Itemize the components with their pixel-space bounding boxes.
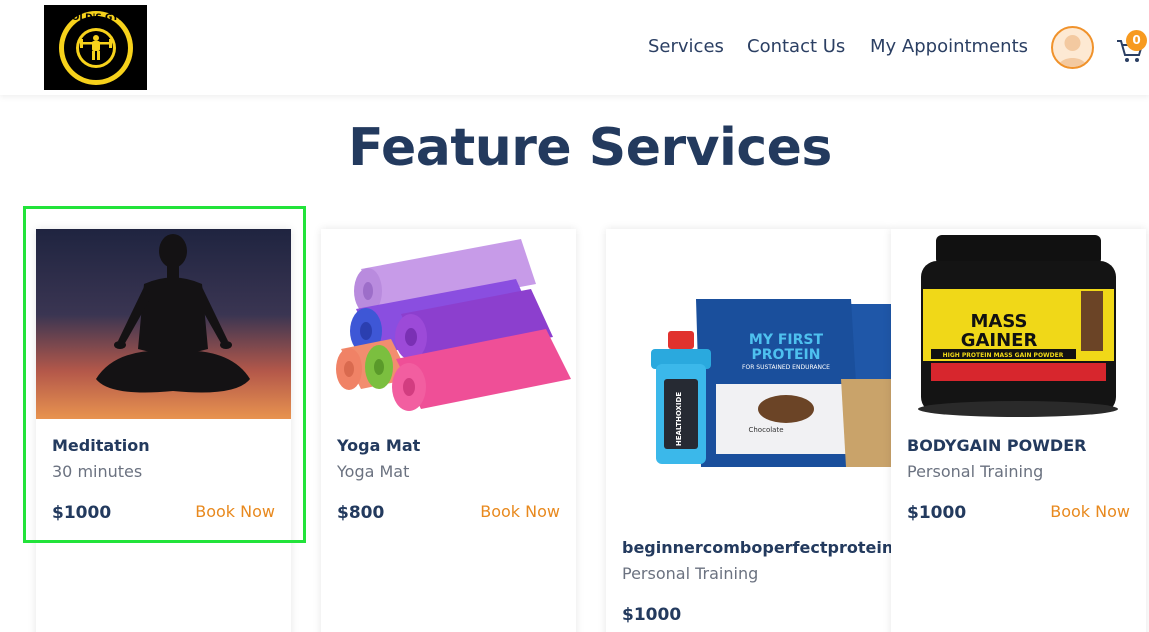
svg-text:HEALTHOXIDE: HEALTHOXIDE — [675, 392, 683, 447]
user-avatar[interactable] — [1051, 26, 1094, 69]
book-now-button[interactable]: Book Now — [1050, 502, 1130, 521]
meditation-image[interactable] — [36, 229, 291, 419]
site-header: GOLD'S GYM Services Contact Us My Appoin… — [0, 0, 1149, 95]
svg-text:PROTEIN: PROTEIN — [752, 347, 821, 363]
svg-text:MY FIRST: MY FIRST — [749, 332, 824, 348]
card-subtitle: Personal Training — [622, 564, 759, 583]
card-price: $1000 — [907, 503, 967, 523]
svg-text:MASS: MASS — [971, 311, 1028, 332]
nav-contact-us[interactable]: Contact Us — [747, 36, 845, 57]
svg-text:HIGH PROTEIN MASS GAIN POWDER: HIGH PROTEIN MASS GAIN POWDER — [943, 352, 1064, 359]
service-card-meditation[interactable]: Meditation 30 minutes $1000 Book Now — [36, 229, 291, 632]
protein-combo-image[interactable]: MY FIRST PROTEIN FOR SUSTAINED ENDURANCE… — [606, 229, 891, 499]
book-now-button[interactable]: Book Now — [480, 502, 560, 521]
card-price: $800 — [337, 503, 385, 523]
svg-text:FOR SUSTAINED ENDURANCE: FOR SUSTAINED ENDURANCE — [742, 364, 830, 371]
service-card-yoga-mat[interactable]: Yoga Mat Yoga Mat $800 Book Now — [321, 229, 576, 632]
card-subtitle: Yoga Mat — [337, 462, 410, 481]
yoga-mat-image[interactable] — [321, 229, 576, 419]
card-price: $1000 — [52, 503, 112, 523]
service-card-protein-combo[interactable]: MY FIRST PROTEIN FOR SUSTAINED ENDURANCE… — [606, 229, 891, 632]
svg-text:GOLD'S GYM: GOLD'S GYM — [64, 13, 127, 23]
card-price: $1000 — [622, 605, 682, 625]
cart-count-badge: 0 — [1126, 30, 1147, 51]
section-title: Feature Services — [348, 118, 832, 178]
card-title: Meditation — [52, 436, 150, 455]
golds-gym-logo[interactable]: GOLD'S GYM — [44, 5, 147, 90]
svg-text:GAINER: GAINER — [961, 330, 1038, 351]
card-title: Yoga Mat — [337, 436, 421, 455]
logo-emblem: GOLD'S GYM — [58, 10, 133, 85]
user-avatar-icon — [1058, 35, 1087, 67]
book-now-button[interactable]: Book Now — [195, 502, 275, 521]
card-subtitle: Personal Training — [907, 462, 1044, 481]
service-card-bodygain-powder[interactable]: MASS GAINER HIGH PROTEIN MASS GAIN POWDE… — [891, 229, 1146, 632]
card-title: beginnercomboperfectproteinfo — [622, 538, 891, 557]
mass-gainer-image[interactable]: MASS GAINER HIGH PROTEIN MASS GAIN POWDE… — [891, 229, 1146, 419]
nav-my-appointments[interactable]: My Appointments — [870, 36, 1028, 57]
card-title: BODYGAIN POWDER — [907, 436, 1087, 455]
card-subtitle: 30 minutes — [52, 462, 143, 481]
svg-text:Chocolate: Chocolate — [748, 426, 783, 434]
nav-services[interactable]: Services — [648, 36, 724, 57]
